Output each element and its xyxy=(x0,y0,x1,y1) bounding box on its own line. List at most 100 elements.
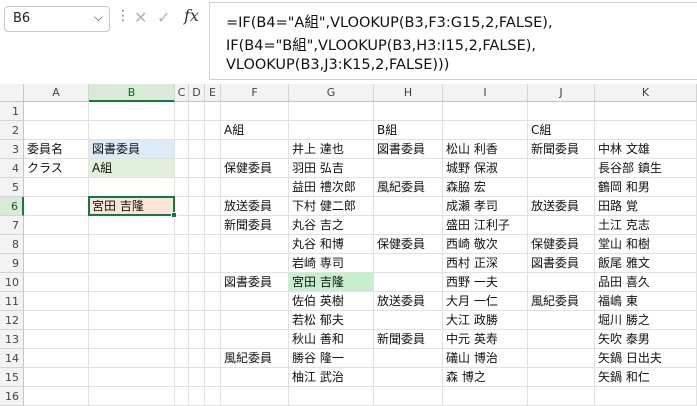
fill-handle[interactable] xyxy=(171,212,177,218)
cell-k13[interactable]: 矢吹 泰男 xyxy=(595,330,650,348)
cell-f2[interactable]: A組 xyxy=(221,121,244,139)
cancel-icon[interactable]: ✕ xyxy=(134,8,147,27)
column-header-a[interactable]: A xyxy=(24,84,89,102)
row-header-8[interactable]: 8 xyxy=(0,235,24,254)
cell-k10[interactable]: 品田 喜久 xyxy=(595,273,650,291)
row-header-12[interactable]: 12 xyxy=(0,311,24,330)
cell-i3[interactable]: 松山 利香 xyxy=(443,140,498,158)
cell-g15[interactable]: 柚江 武治 xyxy=(289,368,344,386)
cell-b3[interactable]: 図書委員 xyxy=(89,140,174,158)
column-header-e[interactable]: E xyxy=(205,84,221,102)
cell-b6[interactable]: 宮田 吉隆 xyxy=(89,197,174,215)
cell-k11[interactable]: 福嶋 東 xyxy=(595,292,638,310)
cell-k8[interactable]: 堂山 和樹 xyxy=(595,235,650,253)
cell-j9[interactable]: 図書委員 xyxy=(528,254,579,272)
cell-j11[interactable]: 風紀委員 xyxy=(528,292,579,310)
cell-k3[interactable]: 中林 文雄 xyxy=(595,140,650,158)
cell-k15[interactable]: 矢鍋 和仁 xyxy=(595,368,650,386)
cell-a3[interactable]: 委員名 xyxy=(24,140,63,158)
cell-k12[interactable]: 堀川 勝之 xyxy=(595,311,650,329)
cell-g11[interactable]: 佐伯 英樹 xyxy=(289,292,344,310)
cell-f14[interactable]: 風紀委員 xyxy=(221,349,272,367)
row-header-4[interactable]: 4 xyxy=(0,159,24,178)
formula-input[interactable]: =IF(B4="A組",VLOOKUP(B3,F3:G15,2,FALSE), … xyxy=(209,2,697,80)
cell-h13[interactable]: 新聞委員 xyxy=(374,330,425,348)
cell-k14[interactable]: 矢鍋 日出夫 xyxy=(595,349,662,367)
cell-i10[interactable]: 西野 一夫 xyxy=(443,273,498,291)
column-header-f[interactable]: F xyxy=(221,84,289,102)
row-header-2[interactable]: 2 xyxy=(0,121,24,140)
cell-f6[interactable]: 放送委員 xyxy=(221,197,272,215)
cell-i13[interactable]: 中元 英寿 xyxy=(443,330,498,348)
enter-icon[interactable]: ✓ xyxy=(157,8,170,27)
cell-h5[interactable]: 風紀委員 xyxy=(374,178,425,196)
cell-g8[interactable]: 丸谷 和博 xyxy=(289,235,344,253)
row-header-15[interactable]: 15 xyxy=(0,368,24,387)
name-box[interactable]: B6 ⌵ xyxy=(4,6,110,32)
cell-j8[interactable]: 保健委員 xyxy=(528,235,579,253)
cell-f10[interactable]: 図書委員 xyxy=(221,273,272,291)
cell-h2[interactable]: B組 xyxy=(374,121,397,139)
cell-g6[interactable]: 下村 健二郎 xyxy=(289,197,356,215)
insert-function-icon[interactable]: fx xyxy=(184,6,199,25)
cell-b4[interactable]: A組 xyxy=(89,159,174,177)
cell-g9[interactable]: 岩崎 専司 xyxy=(289,254,344,272)
row-header-13[interactable]: 13 xyxy=(0,330,24,349)
cell-i11[interactable]: 大月 一仁 xyxy=(443,292,498,310)
cell-i7[interactable]: 盛田 江利子 xyxy=(443,216,510,234)
cell-k9[interactable]: 飯尾 雅文 xyxy=(595,254,650,272)
cell-h8[interactable]: 保健委員 xyxy=(374,235,425,253)
row-header-7[interactable]: 7 xyxy=(0,216,24,235)
row-header-16[interactable]: 16 xyxy=(0,387,24,406)
cell-g12[interactable]: 若松 郁夫 xyxy=(289,311,344,329)
column-header-b[interactable]: B xyxy=(89,84,175,102)
cell-h3[interactable]: 図書委員 xyxy=(374,140,425,158)
cell-h11[interactable]: 放送委員 xyxy=(374,292,425,310)
row-header-14[interactable]: 14 xyxy=(0,349,24,368)
cell-i4[interactable]: 城野 保淑 xyxy=(443,159,498,177)
row-header-6[interactable]: 6 xyxy=(0,197,24,216)
cell-i9[interactable]: 西村 正深 xyxy=(443,254,498,272)
row-header-5[interactable]: 5 xyxy=(0,178,24,197)
cell-g3[interactable]: 井上 達也 xyxy=(289,140,344,158)
column-header-i[interactable]: I xyxy=(443,84,528,102)
column-header-c[interactable]: C xyxy=(175,84,189,102)
cell-k6[interactable]: 田路 覚 xyxy=(595,197,638,215)
cell-i14[interactable]: 礒山 博治 xyxy=(443,349,498,367)
chevron-down-icon[interactable]: ⌵ xyxy=(94,10,103,25)
cell-g7[interactable]: 丸谷 吉之 xyxy=(289,216,344,234)
row-header-10[interactable]: 10 xyxy=(0,273,24,292)
row-header-1[interactable]: 1 xyxy=(0,102,24,121)
cell-f7[interactable]: 新聞委員 xyxy=(221,216,272,234)
cell-g5[interactable]: 益田 禮次郎 xyxy=(289,178,356,196)
column-header-j[interactable]: J xyxy=(528,84,595,102)
cell-g13[interactable]: 秋山 善和 xyxy=(289,330,344,348)
formula-bar: B6 ⌵ ⋮ ✕ ✓ fx =IF(B4="A組",VLOOKUP(B3,F3:… xyxy=(0,0,697,84)
cell-j3[interactable]: 新聞委員 xyxy=(528,140,579,158)
cell-a4[interactable]: クラス xyxy=(24,159,63,177)
cell-j2[interactable]: C組 xyxy=(528,121,551,139)
cell-k7[interactable]: 土江 克志 xyxy=(595,216,650,234)
cell-g10[interactable]: 宮田 吉隆 xyxy=(289,273,373,291)
cell-i15[interactable]: 森 博之 xyxy=(443,368,486,386)
cell-g14[interactable]: 勝谷 隆一 xyxy=(289,349,344,367)
cell-i12[interactable]: 大江 政勝 xyxy=(443,311,498,329)
cell-f4[interactable]: 保健委員 xyxy=(221,159,272,177)
column-header-h[interactable]: H xyxy=(374,84,443,102)
worksheet-grid[interactable]: A B C D E F G H I J K 1 2 3 4 5 6 7 8 9 10 11 12 13 14 15 16 委員名 図書委… xyxy=(0,84,697,406)
row-header-9[interactable]: 9 xyxy=(0,254,24,273)
select-all-corner[interactable] xyxy=(0,84,24,102)
cell-j6[interactable]: 放送委員 xyxy=(528,197,579,215)
cell-k4[interactable]: 長谷部 鎮生 xyxy=(595,159,662,177)
column-header-g[interactable]: G xyxy=(289,84,374,102)
cell-g4[interactable]: 羽田 弘吉 xyxy=(289,159,344,177)
cell-i8[interactable]: 西崎 敬次 xyxy=(443,235,498,253)
row-header-11[interactable]: 11 xyxy=(0,292,24,311)
cell-i6[interactable]: 成瀬 孝司 xyxy=(443,197,498,215)
column-header-d[interactable]: D xyxy=(189,84,205,102)
row-header-3[interactable]: 3 xyxy=(0,140,24,159)
cell-k5[interactable]: 鶴岡 和男 xyxy=(595,178,650,196)
more-options-icon[interactable]: ⋮ xyxy=(116,9,130,23)
cell-i5[interactable]: 森脇 宏 xyxy=(443,178,486,196)
column-header-k[interactable]: K xyxy=(595,84,697,102)
